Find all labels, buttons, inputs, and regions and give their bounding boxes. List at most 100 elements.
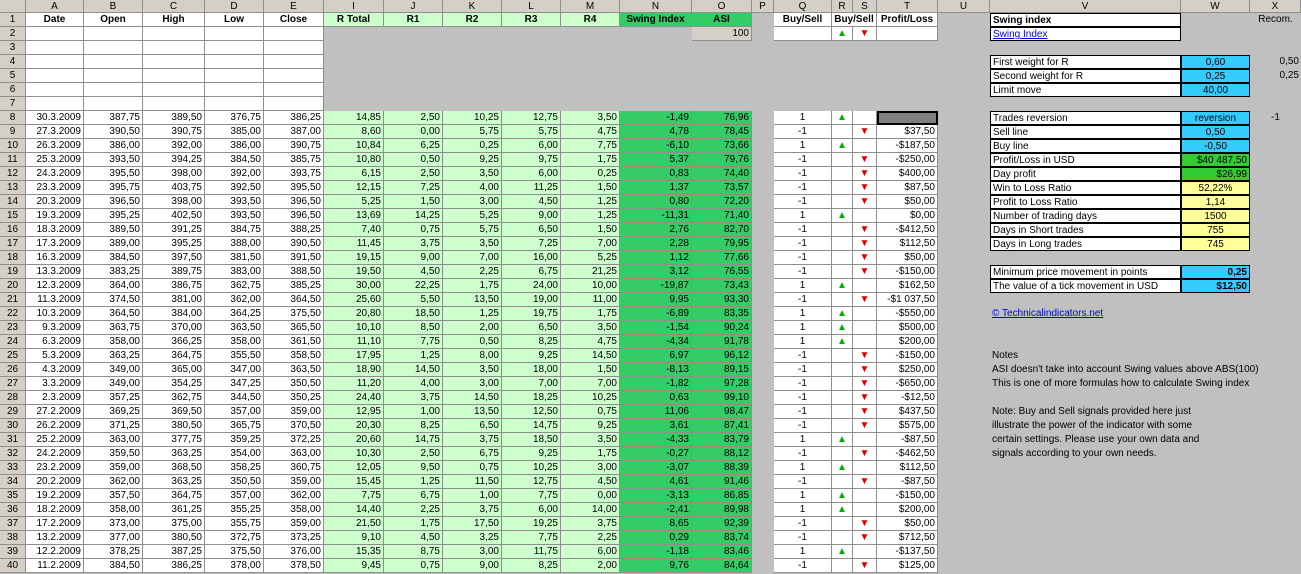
asi-cell[interactable]: 97,28	[692, 377, 752, 391]
header-rtotal[interactable]: R Total	[324, 13, 384, 27]
swing-index-cell[interactable]: 3,61	[620, 419, 692, 433]
profit-loss-cell[interactable]: -$150,00	[877, 265, 938, 279]
high-cell[interactable]: 398,00	[143, 195, 205, 209]
buysell-cell[interactable]: -1	[774, 517, 832, 531]
rtotal-cell[interactable]: 10,10	[324, 321, 384, 335]
r2-cell[interactable]: 0,50	[443, 335, 502, 349]
r3-cell[interactable]: 12,75	[502, 111, 561, 125]
r4-cell[interactable]: 7,75	[561, 139, 620, 153]
profit-loss-cell[interactable]: -$150,00	[877, 349, 938, 363]
empty-cell[interactable]	[143, 97, 205, 111]
date-cell[interactable]: 13.3.2009	[26, 265, 84, 279]
column-header-n[interactable]: N	[620, 0, 692, 13]
buysell-cell[interactable]: 1	[774, 335, 832, 349]
high-cell[interactable]: 397,50	[143, 251, 205, 265]
date-cell[interactable]: 12.2.2009	[26, 545, 84, 559]
high-cell[interactable]: 375,00	[143, 517, 205, 531]
empty-cell[interactable]	[143, 83, 205, 97]
column-header-v[interactable]: V	[990, 0, 1181, 13]
r3-cell[interactable]: 12,50	[502, 405, 561, 419]
row-header[interactable]: 9	[0, 125, 26, 139]
profit-loss-cell[interactable]: -$550,00	[877, 307, 938, 321]
swing-index-cell[interactable]: -2,41	[620, 503, 692, 517]
buysell-cell[interactable]: 1	[774, 461, 832, 475]
open-cell[interactable]: 390,50	[84, 125, 143, 139]
column-header-b[interactable]: B	[84, 0, 143, 13]
swing-index-cell[interactable]: 0,63	[620, 391, 692, 405]
asi-cell[interactable]: 98,47	[692, 405, 752, 419]
row-header[interactable]: 15	[0, 209, 26, 223]
date-cell[interactable]: 20.3.2009	[26, 195, 84, 209]
column-header-s[interactable]: S	[853, 0, 877, 13]
close-cell[interactable]: 395,50	[264, 181, 324, 195]
site-link-text[interactable]: © Technicalindicators.net	[992, 308, 1103, 319]
asi-cell[interactable]: 91,78	[692, 335, 752, 349]
open-cell[interactable]: 395,75	[84, 181, 143, 195]
date-cell[interactable]: 10.3.2009	[26, 307, 84, 321]
header-date[interactable]: Date	[26, 13, 84, 27]
open-cell[interactable]: 377,00	[84, 531, 143, 545]
open-cell[interactable]: 357,50	[84, 489, 143, 503]
swing-index-link-text[interactable]: Swing Index	[993, 29, 1047, 40]
profit-loss-cell[interactable]: -$137,50	[877, 545, 938, 559]
buysell-cell[interactable]: -1	[774, 195, 832, 209]
r4-cell[interactable]: 3,50	[561, 321, 620, 335]
r3-cell[interactable]: 6,00	[502, 139, 561, 153]
rtotal-cell[interactable]: 12,15	[324, 181, 384, 195]
empty-cell[interactable]	[832, 475, 853, 489]
weight-input[interactable]: 0,60	[1181, 55, 1250, 69]
row-header[interactable]: 13	[0, 181, 26, 195]
close-cell[interactable]: 365,50	[264, 321, 324, 335]
r4-cell[interactable]: 2,00	[561, 559, 620, 573]
r4-cell[interactable]: 1,75	[561, 447, 620, 461]
low-cell[interactable]: 372,75	[205, 531, 264, 545]
empty-cell[interactable]	[264, 97, 324, 111]
low-cell[interactable]: 383,00	[205, 265, 264, 279]
asi-cell[interactable]: 79,95	[692, 237, 752, 251]
asi-cell[interactable]: 88,39	[692, 461, 752, 475]
rtotal-cell[interactable]: 9,45	[324, 559, 384, 573]
open-cell[interactable]: 395,25	[84, 209, 143, 223]
buysell-cell[interactable]: -1	[774, 237, 832, 251]
rtotal-cell[interactable]: 7,75	[324, 489, 384, 503]
date-cell[interactable]: 24.2.2009	[26, 447, 84, 461]
date-cell[interactable]: 18.3.2009	[26, 223, 84, 237]
r2-cell[interactable]: 0,75	[443, 461, 502, 475]
row-header[interactable]: 26	[0, 363, 26, 377]
rtotal-cell[interactable]: 10,84	[324, 139, 384, 153]
buysell-cell[interactable]: 1	[774, 307, 832, 321]
profit-loss-cell[interactable]: $500,00	[877, 321, 938, 335]
r2-cell[interactable]: 4,00	[443, 181, 502, 195]
date-cell[interactable]: 30.3.2009	[26, 111, 84, 125]
swing-index-cell[interactable]: -1,18	[620, 545, 692, 559]
profit-loss-cell[interactable]: -$650,00	[877, 377, 938, 391]
column-header-e[interactable]: E	[264, 0, 324, 13]
profit-loss-cell[interactable]: $400,00	[877, 167, 938, 181]
r3-cell[interactable]: 6,75	[502, 265, 561, 279]
profit-loss-cell[interactable]: $125,00	[877, 559, 938, 573]
high-cell[interactable]: 365,00	[143, 363, 205, 377]
r3-cell[interactable]: 7,75	[502, 531, 561, 545]
open-cell[interactable]: 389,50	[84, 223, 143, 237]
swing-index-cell[interactable]: -8,13	[620, 363, 692, 377]
swing-index-cell[interactable]: 5,37	[620, 153, 692, 167]
date-cell[interactable]: 18.2.2009	[26, 503, 84, 517]
rtotal-cell[interactable]: 18,90	[324, 363, 384, 377]
buysell-cell[interactable]: -1	[774, 349, 832, 363]
date-cell[interactable]: 4.3.2009	[26, 363, 84, 377]
row-header[interactable]: 31	[0, 433, 26, 447]
high-cell[interactable]: 377,75	[143, 433, 205, 447]
r1-cell[interactable]: 0,75	[384, 223, 443, 237]
r1-cell[interactable]: 0,00	[384, 125, 443, 139]
r4-cell[interactable]: 1,75	[561, 153, 620, 167]
low-cell[interactable]: 362,75	[205, 279, 264, 293]
header-high[interactable]: High	[143, 13, 205, 27]
column-header-j[interactable]: J	[384, 0, 443, 13]
date-cell[interactable]: 19.2.2009	[26, 489, 84, 503]
close-cell[interactable]: 362,00	[264, 489, 324, 503]
high-cell[interactable]: 389,50	[143, 111, 205, 125]
header-r3[interactable]: R3	[502, 13, 561, 27]
swing-index-cell[interactable]: 4,61	[620, 475, 692, 489]
empty-cell[interactable]	[853, 503, 877, 517]
asi-cell[interactable]: 73,57	[692, 181, 752, 195]
